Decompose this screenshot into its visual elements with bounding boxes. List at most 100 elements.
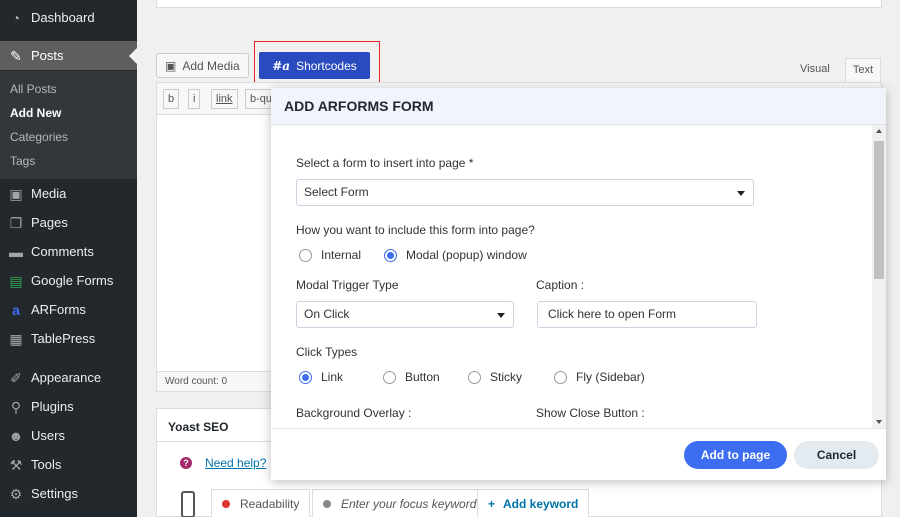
sidebar-item-google-forms[interactable]: ▤ Google Forms [0,266,137,295]
trigger-type-dropdown[interactable]: On Click [296,301,514,328]
dashboard-icon: ◔ [11,9,21,26]
radio-button[interactable]: Button [383,370,440,384]
sidebar-item-dashboard[interactable]: ◔ Dashboard [0,3,137,32]
caption-input[interactable]: Click here to open Form [537,301,757,328]
admin-sidebar: ◔ Dashboard ✎ Posts All Posts Add New Ca… [0,0,137,517]
posts-submenu: All Posts Add New Categories Tags [0,71,137,179]
select-form-dropdown[interactable]: Select Form [296,179,754,206]
users-icon: ☻ [8,427,24,444]
tab-visual[interactable]: Visual [800,63,830,75]
question-icon: ? [180,457,192,469]
radio-internal[interactable]: Internal [299,248,361,262]
radio-label: Modal (popup) window [406,248,527,262]
tab-text[interactable]: Text [845,58,881,82]
radio-modal-popup[interactable]: Modal (popup) window [384,248,527,262]
chevron-down-icon [737,191,745,196]
add-to-page-button[interactable]: Add to page [684,441,787,469]
select-form-value: Select Form [304,185,369,199]
sidebar-item-label: Dashboard [31,10,95,25]
media-icon: ▣ [165,58,177,73]
media-icon: ▣ [9,185,23,202]
current-menu-notch [129,48,137,64]
radio-sticky[interactable]: Sticky [468,370,522,384]
sidebar-item-pages[interactable]: ❐ Pages [0,208,137,237]
sidebar-item-comments[interactable]: ▬ Comments [0,237,137,266]
sidebar-item-media[interactable]: ▣ Media [0,179,137,208]
sidebar-item-tablepress[interactable]: ▦ TablePress [0,324,137,353]
scroll-down-icon[interactable] [876,420,882,424]
pages-icon: ❐ [9,214,23,231]
background-overlay-label: Background Overlay : [296,406,412,420]
sidebar-item-label: Comments [31,244,94,259]
submenu-tags[interactable]: Tags [10,154,35,168]
cancel-button[interactable]: Cancel [794,441,879,469]
submenu-categories[interactable]: Categories [10,130,68,144]
sidebar-item-tools[interactable]: ⚒ Tools [0,450,137,479]
select-form-label: Select a form to insert into page * [296,156,474,170]
comment-icon: ▬ [9,243,23,260]
submenu-all-posts[interactable]: All Posts [10,82,57,96]
radio-circle-icon [299,370,312,384]
radio-circle-icon [384,248,397,262]
sidebar-item-label: TablePress [31,331,96,346]
radio-label: Internal [321,248,362,262]
arforms-icon: a [12,301,20,318]
modal-footer: Add to page Cancel [271,428,886,480]
click-types-label: Click Types [296,345,358,359]
trigger-type-value: On Click [304,307,350,321]
add-keyword-label: Add keyword [503,497,579,511]
sidebar-item-label: Appearance [31,370,102,385]
traffic-light-icon [181,491,195,517]
sidebar-item-settings[interactable]: ⚙ Settings [0,479,137,508]
arforms-logo-icon: #a [272,58,291,73]
add-keyword-button[interactable]: + Add keyword [477,489,590,517]
plugin-icon: ⚲ [10,398,22,415]
sidebar-item-appearance[interactable]: ✐ Appearance [0,363,137,392]
radio-circle-icon [383,370,396,384]
tab-readability[interactable]: Readability [211,489,311,517]
sidebar-item-arforms[interactable]: a ARForms [0,295,137,324]
sidebar-item-posts[interactable]: ✎ Posts [0,41,137,70]
include-label: How you want to include this form into p… [296,223,535,237]
quicktag-bold[interactable]: b [163,89,180,109]
modal-body: Select a form to insert into page * Sele… [271,125,886,428]
title-box [156,0,882,8]
need-help-link[interactable]: Need help? [205,456,266,470]
modal-scrollbar[interactable] [872,125,886,428]
settings-icon: ⚙ [9,485,23,502]
tab-focus-keyword[interactable]: Enter your focus keyword [312,489,488,517]
table-icon: ▦ [9,330,23,347]
add-arforms-modal: ADD ARFORMS FORM Select a form to insert… [271,88,886,480]
radio-circle-icon [468,370,481,384]
scroll-up-icon[interactable] [876,129,882,133]
caption-label: Caption : [536,278,585,292]
sidebar-item-plugins[interactable]: ⚲ Plugins [0,392,137,421]
sidebar-item-label: Tools [31,457,62,472]
shortcodes-label: Shortcodes [296,58,357,73]
google-forms-icon: ▤ [9,272,23,289]
quicktag-italic[interactable]: i [188,89,201,109]
submenu-add-new[interactable]: Add New [10,106,61,120]
radio-circle-icon [554,370,567,384]
radio-circle-icon [299,248,312,262]
sidebar-item-users[interactable]: ☻ Users [0,421,137,450]
trigger-type-label: Modal Trigger Type [296,278,399,292]
sidebar-item-label: Google Forms [31,273,114,288]
scroll-thumb[interactable] [874,141,884,279]
show-close-button-label: Show Close Button : [536,406,645,420]
radio-fly-sidebar[interactable]: Fly (Sidebar) [554,370,645,384]
pin-icon: ✎ [10,47,22,64]
sidebar-item-label: Pages [31,215,68,230]
plus-icon: + [488,497,496,511]
status-dot-icon [323,500,331,508]
quicktag-link[interactable]: link [211,89,238,109]
focus-keyword-label: Enter your focus keyword [341,497,477,511]
sidebar-item-label: Settings [31,486,78,501]
readability-label: Readability [240,497,300,511]
radio-label: Link [321,370,344,384]
add-media-button[interactable]: ▣ Add Media [156,53,249,78]
yoast-title: Yoast SEO [168,420,229,434]
shortcodes-button[interactable]: #a Shortcodes [259,52,370,79]
chevron-down-icon [497,313,505,318]
radio-link[interactable]: Link [299,370,343,384]
